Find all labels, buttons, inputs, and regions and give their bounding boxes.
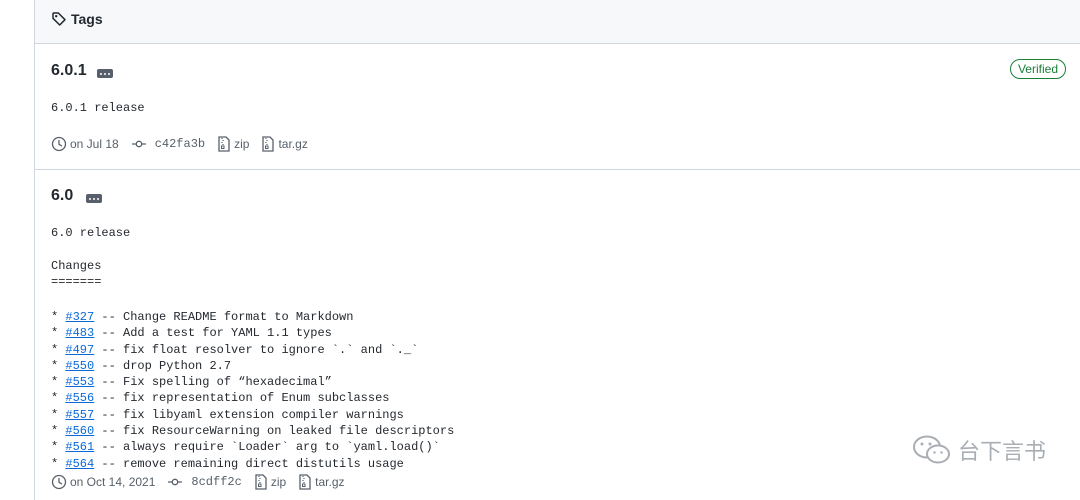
- issue-link[interactable]: #561: [65, 440, 94, 454]
- release-description: 6.0 release: [51, 226, 131, 240]
- zip-label: zip: [234, 137, 250, 151]
- issue-link[interactable]: #327: [65, 310, 94, 324]
- zip-download[interactable]: zip: [217, 136, 249, 152]
- list-item: * #564 -- remove remaining direct distut…: [51, 456, 454, 472]
- list-item: * #483 -- Add a test for YAML 1.1 types: [51, 325, 454, 341]
- commit-sha: c42fa3b: [154, 137, 206, 151]
- changes-list: * #327 -- Change README format to Markdo…: [51, 309, 454, 472]
- change-text: -- remove remaining direct distutils usa…: [94, 456, 404, 471]
- change-text: -- drop Python 2.7: [94, 358, 232, 373]
- watermark-text: 台下言书: [957, 440, 1046, 465]
- bullet: *: [51, 375, 66, 390]
- file-zip-icon: [218, 136, 230, 152]
- bullet: *: [51, 424, 66, 439]
- bullet: *: [51, 310, 66, 324]
- release-date: on Oct 14, 2021: [51, 474, 155, 490]
- zip-label: zip: [270, 475, 287, 489]
- tags-link[interactable]: Tags: [51, 10, 103, 28]
- bullet: *: [51, 440, 66, 455]
- release-6-0-1: 6.0.1 Verified 6.0.1 release on Jul 18 c…: [35, 44, 1080, 170]
- issue-link[interactable]: #550: [65, 359, 94, 373]
- watermark: 台下言书: [912, 434, 1046, 466]
- list-item: * #497 -- fix float resolver to ignore `…: [51, 342, 454, 358]
- list-item: * #561 -- always require `Loader` arg to…: [51, 439, 454, 455]
- verified-badge[interactable]: Verified: [1009, 59, 1066, 79]
- tags-header: Tags: [35, 0, 1080, 44]
- commit-link[interactable]: 8cdff2c: [167, 474, 242, 490]
- commit-link[interactable]: c42fa3b: [131, 136, 205, 152]
- releases-panel: Tags 6.0.1 Verified 6.0.1 release on Jul…: [34, 0, 1080, 500]
- list-item: * #327 -- Change README format to Markdo…: [51, 309, 454, 325]
- more-options-button[interactable]: [86, 194, 102, 203]
- targz-download[interactable]: tar.gz: [261, 136, 308, 152]
- issue-link[interactable]: #560: [65, 424, 94, 438]
- changes-underline: =======: [51, 275, 102, 289]
- change-text: -- Fix spelling of “hexadecimal”: [94, 375, 332, 390]
- bullet: *: [51, 407, 66, 422]
- file-zip-icon: [255, 474, 267, 490]
- issue-link[interactable]: #483: [65, 326, 94, 340]
- list-item: * #557 -- fix libyaml extension compiler…: [51, 407, 454, 423]
- change-text: -- Add a test for YAML 1.1 types: [94, 326, 332, 341]
- clock-icon: [51, 474, 67, 490]
- targz-download[interactable]: tar.gz: [298, 474, 345, 490]
- zip-download[interactable]: zip: [254, 474, 286, 490]
- change-text: -- fix float resolver to ignore `.` and …: [94, 342, 419, 357]
- issue-link[interactable]: #557: [65, 408, 94, 422]
- change-text: -- fix libyaml extension compiler warnin…: [94, 407, 404, 422]
- bullet: *: [51, 391, 66, 406]
- list-item: * #560 -- fix ResourceWarning on leaked …: [51, 423, 454, 439]
- change-text: -- Change README format to Markdown: [94, 310, 354, 324]
- bullet: *: [51, 342, 66, 357]
- change-text: -- fix representation of Enum subclasses: [94, 391, 390, 406]
- git-commit-icon: [131, 140, 146, 148]
- changes-heading: Changes: [51, 259, 102, 273]
- release-meta: on Oct 14, 2021 8cdff2c zip tar.gz: [51, 474, 357, 490]
- list-item: * #556 -- fix representation of Enum sub…: [51, 390, 454, 406]
- bullet: *: [51, 358, 66, 373]
- file-zip-icon: [299, 474, 311, 490]
- release-date: on Jul 18: [51, 136, 119, 152]
- release-title[interactable]: 6.0: [51, 187, 73, 205]
- bullet: *: [51, 456, 66, 471]
- targz-label: tar.gz: [278, 137, 308, 151]
- release-description: 6.0.1 release: [51, 101, 145, 115]
- release-date-text: on Oct 14, 2021: [70, 475, 156, 489]
- tag-icon: [52, 12, 66, 26]
- tags-label: Tags: [71, 11, 103, 27]
- targz-label: tar.gz: [315, 475, 345, 489]
- git-commit-icon: [168, 478, 183, 486]
- list-item: * #553 -- Fix spelling of “hexadecimal”: [51, 374, 454, 390]
- more-options-button[interactable]: [97, 69, 113, 78]
- change-text: -- always require `Loader` arg to `yaml.…: [94, 440, 440, 455]
- release-meta: on Jul 18 c42fa3b zip tar.gz: [51, 136, 320, 152]
- release-title[interactable]: 6.0.1: [51, 62, 87, 80]
- list-item: * #550 -- drop Python 2.7: [51, 358, 454, 374]
- issue-link[interactable]: #556: [65, 391, 94, 405]
- release-date-text: on Jul 18: [70, 137, 119, 151]
- issue-link[interactable]: #564: [65, 457, 94, 471]
- file-zip-icon: [262, 136, 275, 152]
- issue-link[interactable]: #497: [65, 343, 94, 357]
- wechat-icon: [912, 435, 950, 464]
- bullet: *: [51, 326, 66, 341]
- change-text: -- fix ResourceWarning on leaked file de…: [94, 424, 455, 439]
- issue-link[interactable]: #553: [65, 375, 94, 389]
- commit-sha: 8cdff2c: [191, 475, 242, 489]
- clock-icon: [51, 136, 67, 152]
